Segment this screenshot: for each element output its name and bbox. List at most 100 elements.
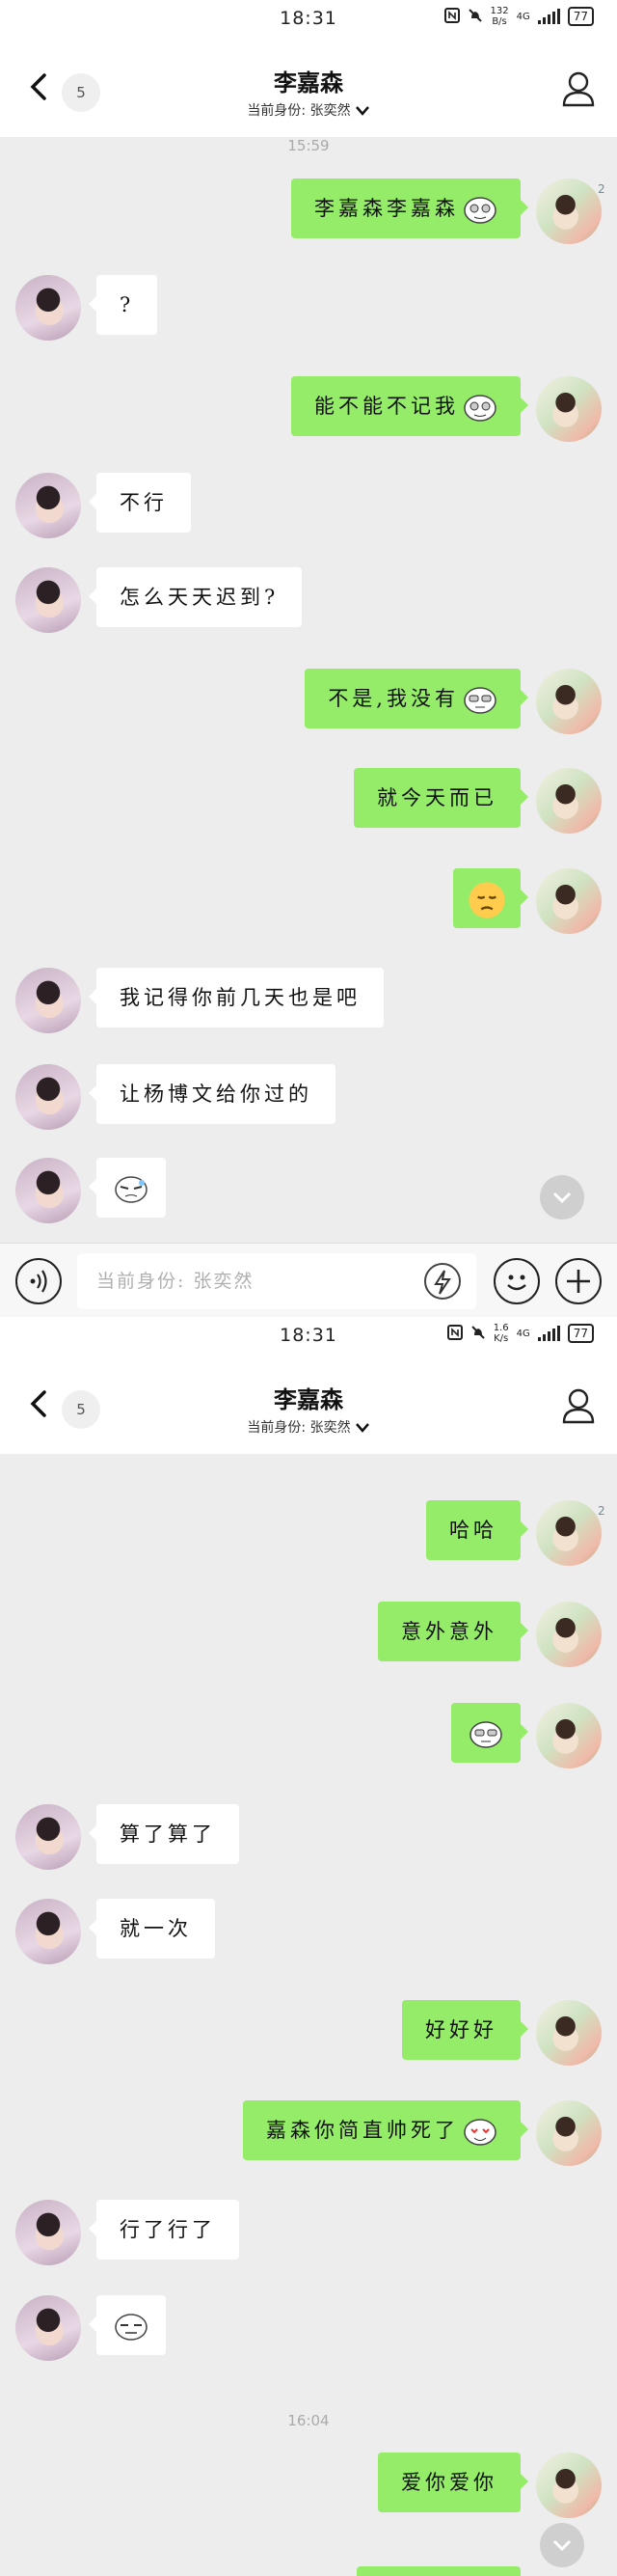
page-title: 李嘉森 (274, 1385, 343, 1413)
identity-switcher[interactable]: 当前身份: 张奕然 (0, 100, 617, 120)
chevron-down-icon (552, 1192, 572, 1204)
cell-type-label: 4G (516, 11, 530, 22)
message-bubble[interactable] (89, 2295, 166, 2355)
message-bubble[interactable]: 不行 (89, 473, 191, 533)
avatar-contact[interactable] (15, 2200, 81, 2265)
smiley-icon (507, 1274, 526, 1291)
chevron-down-icon (355, 1423, 369, 1433)
net-speed-value: 132 (490, 6, 509, 16)
message-bubble[interactable]: 不是,我没有 (305, 669, 528, 728)
nfc-icon (443, 7, 460, 26)
avatar-self[interactable] (536, 1602, 602, 1667)
message-bubble[interactable]: 我记得你前几天也是吧 (89, 968, 384, 1028)
net-speed-value: 1.6 (493, 1323, 509, 1333)
message-bubble[interactable]: 让杨博文给你过的 (89, 1064, 335, 1124)
message-bubble[interactable]: 李嘉森李嘉森 (291, 178, 528, 238)
network-speed: 132 B/s (491, 6, 509, 27)
avatar-contact[interactable] (15, 968, 81, 1033)
mini-count: 2 (598, 1504, 605, 1518)
chat-screen-1: 18:31 132 B/s 4G 77 5 李嘉森 当前身份: 张奕然 15:59… (0, 0, 617, 1317)
message-bubble-partial[interactable] (357, 2566, 521, 2576)
avatar-contact[interactable] (15, 567, 81, 633)
sticker-emoji-icon (115, 2313, 148, 2341)
avatar-contact[interactable] (15, 2295, 81, 2361)
nfc-icon (446, 1324, 463, 1343)
message-bubble[interactable]: 好好好 (402, 2000, 528, 2060)
identity-label: 当前身份: 张奕然 (247, 103, 351, 119)
message-input[interactable]: 当前身份: 张奕然 (77, 1253, 476, 1309)
mini-count: 2 (598, 182, 605, 196)
avatar-self[interactable] (536, 868, 602, 934)
identity-switcher[interactable]: 当前身份: 张奕然 (0, 1417, 617, 1437)
message-bubble[interactable]: 算了算了 (89, 1804, 239, 1864)
avatar-contact[interactable] (15, 1804, 81, 1870)
message-text: 李嘉森李嘉森 (314, 197, 459, 220)
message-text: 行了行了 (120, 2218, 216, 2241)
input-placeholder: 当前身份: 张奕然 (96, 1271, 255, 1292)
avatar-contact[interactable] (15, 275, 81, 341)
message-bubble[interactable]: 能不能不记我 (291, 376, 528, 436)
avatar-self[interactable] (536, 768, 602, 834)
sticker-emoji-icon (464, 2118, 496, 2146)
message-bubble[interactable] (453, 868, 528, 928)
avatar-self[interactable] (536, 2100, 602, 2166)
avatar-self[interactable] (536, 178, 602, 244)
message-text: 哈哈 (449, 1519, 497, 1542)
sticker-emoji-icon (469, 1720, 502, 1748)
signal-icon (537, 9, 560, 24)
more-button[interactable] (555, 1258, 602, 1304)
mute-bell-icon (470, 1325, 486, 1343)
message-bubble[interactable] (89, 1158, 166, 1218)
plus-icon (567, 1270, 590, 1293)
sticker-emoji-icon (115, 1175, 148, 1203)
message-bubble[interactable]: 哈哈 (426, 1500, 528, 1560)
message-text: 意外意外 (401, 1620, 497, 1643)
message-bubble[interactable]: ? (88, 275, 158, 335)
message-bubble[interactable] (451, 1703, 528, 1763)
avatar-self[interactable] (536, 2453, 602, 2518)
message-text: 好好好 (425, 2018, 497, 2042)
message-bubble[interactable]: 就一次 (89, 1899, 215, 1959)
avatar-self[interactable] (536, 2000, 602, 2066)
avatar-self[interactable] (536, 669, 602, 734)
chat-header: 5 李嘉森 当前身份: 张奕然 (0, 41, 617, 137)
message-bubble[interactable]: 意外意外 (378, 1602, 528, 1661)
avatar-contact[interactable] (15, 1158, 81, 1223)
mute-bell-icon (468, 8, 483, 26)
chat-header: 5 李嘉森 当前身份: 张奕然 (0, 1357, 617, 1454)
profile-button[interactable] (559, 1386, 598, 1425)
scroll-down-button[interactable] (540, 2523, 584, 2567)
message-text: 爱你爱你 (401, 2471, 497, 2494)
avatar-self[interactable] (536, 1703, 602, 1768)
page-title: 李嘉森 (274, 69, 343, 96)
avatar-self[interactable] (536, 376, 602, 442)
input-bar: 当前身份: 张奕然 (0, 1243, 617, 1317)
avatar-contact[interactable] (15, 1064, 81, 1130)
sticker-emoji-icon (464, 394, 496, 422)
message-bubble[interactable]: 行了行了 (89, 2200, 239, 2260)
message-text: 让杨博文给你过的 (120, 1082, 312, 1106)
identity-label: 当前身份: 张奕然 (247, 1420, 351, 1436)
message-bubble[interactable]: 就今天而已 (354, 768, 528, 828)
profile-button[interactable] (559, 69, 598, 108)
avatar-self[interactable] (536, 1500, 602, 1566)
status-bar: 18:31 132 B/s 4G 77 (0, 0, 617, 41)
quick-reply-button[interactable] (424, 1263, 461, 1300)
message-text: 怎么天天迟到? (120, 586, 280, 609)
message-bubble[interactable]: 嘉森你简直帅死了 (243, 2100, 528, 2160)
message-bubble[interactable]: 爱你爱你 (378, 2453, 528, 2512)
scroll-down-button[interactable] (540, 1175, 584, 1219)
avatar-contact[interactable] (15, 1899, 81, 1964)
message-bubble[interactable]: 怎么天天迟到? (88, 567, 303, 627)
avatar-contact[interactable] (15, 473, 81, 538)
person-icon (562, 1388, 595, 1424)
battery-icon: 77 (567, 7, 594, 26)
voice-button[interactable] (15, 1258, 62, 1304)
cell-type: 4G (517, 12, 530, 22)
emoji-button[interactable] (494, 1258, 540, 1304)
message-timestamp: 16:04 (287, 2412, 330, 2429)
signal-icon (537, 1326, 560, 1341)
chevron-down-icon (552, 2539, 572, 2552)
message-text: 算了算了 (120, 1822, 216, 1846)
message-timestamp: 15:59 (287, 137, 330, 154)
